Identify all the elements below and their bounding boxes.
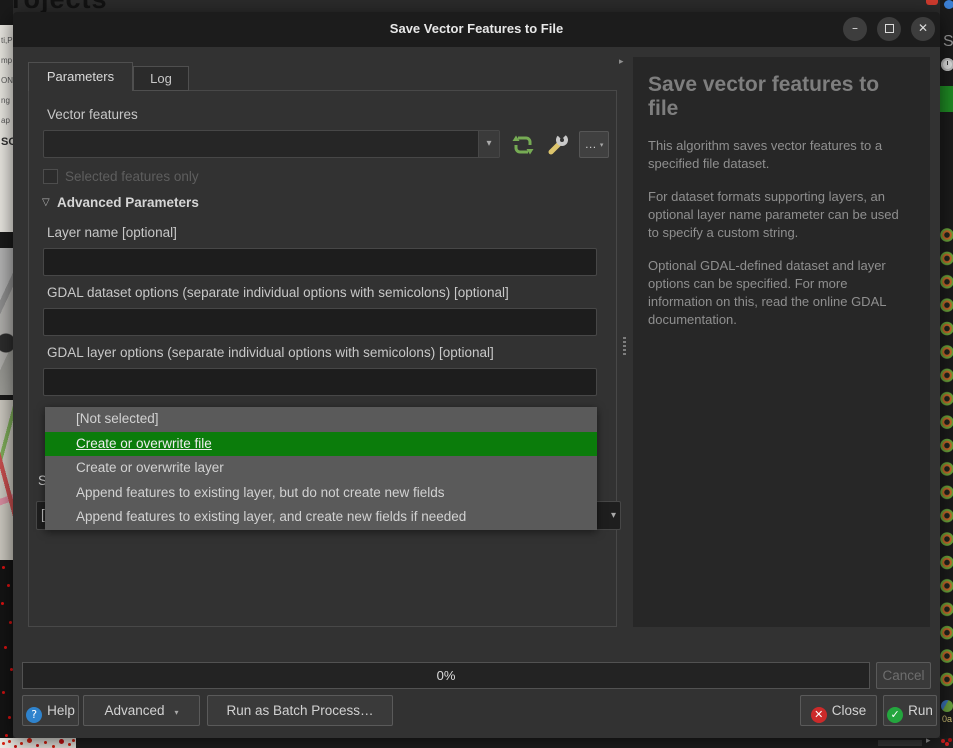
advanced-parameters-header[interactable]: Advanced Parameters <box>57 195 199 210</box>
globe-icon <box>941 700 953 712</box>
dropdown-item[interactable]: Create or overwrite layer <box>45 456 597 481</box>
wrench-icon <box>544 131 571 158</box>
close-icon: ✕ <box>811 707 827 723</box>
gdal-layer-options-label: GDAL layer options (separate individual … <box>47 345 494 360</box>
run-icon: ✓ <box>887 707 903 723</box>
run-as-batch-button[interactable]: Run as Batch Process… <box>207 695 393 726</box>
splitter-grip[interactable] <box>623 337 626 357</box>
titlebar[interactable]: Save Vector Features to File – ✕ <box>13 12 940 47</box>
iterate-loop-icon <box>510 133 536 157</box>
splitter-collapse-icon[interactable]: ▸ <box>619 57 624 67</box>
dropdown-item[interactable]: Append features to existing layer, and c… <box>45 505 597 530</box>
menu-arrow-icon: ▾ <box>175 708 179 717</box>
map-red-points-fragment <box>0 560 13 738</box>
dropdown-item-selected[interactable]: Create or overwrite file <box>45 432 597 457</box>
iterate-layer-button[interactable] <box>510 133 536 157</box>
selected-features-checkbox[interactable] <box>43 169 58 184</box>
help-paragraph: Optional GDAL-defined dataset and layer … <box>648 257 900 329</box>
red-badge-fragment <box>926 0 938 5</box>
screen: rojects ti,P mp ONH ng ap SO S 0a ▸ Save <box>0 0 953 748</box>
menu-arrow-icon: ▾ <box>600 141 604 149</box>
expander-open-icon[interactable]: ▽ <box>42 197 50 208</box>
help-title: Save vector features to file <box>648 73 915 121</box>
gdal-dataset-options-input[interactable] <box>43 308 597 336</box>
vector-features-combobox[interactable]: ▾ <box>43 130 500 158</box>
background-left-strip: ti,P mp ONH ng ap SO <box>0 0 13 748</box>
layer-name-label: Layer name [optional] <box>47 225 177 240</box>
source-options-button[interactable]: … ▾ <box>579 131 609 158</box>
run-button[interactable]: ✓Run <box>883 695 937 726</box>
right-strip-bottom-label: 0a <box>942 714 952 724</box>
map-thumbnail-gray <box>0 248 13 395</box>
help-icon: ? <box>26 707 42 723</box>
advanced-options-button[interactable] <box>544 131 571 158</box>
map-thumbnail-light: ti,P mp ONH ng ap SO <box>0 25 13 232</box>
selected-features-label: Selected features only <box>65 169 199 184</box>
help-paragraph: This algorithm saves vector features to … <box>648 137 900 173</box>
cancel-button[interactable]: Cancel <box>876 662 931 689</box>
vector-features-label: Vector features <box>47 107 138 122</box>
help-paragraph: For dataset formats supporting layers, a… <box>648 188 900 242</box>
red-points-fragment <box>941 739 945 743</box>
blue-badge-fragment <box>944 0 953 9</box>
map-thumbnail-routes <box>0 400 13 560</box>
background-right-strip: S 0a <box>940 0 953 748</box>
help-panel: Save vector features to file This algori… <box>633 57 930 627</box>
help-button[interactable]: ?Help <box>22 695 79 726</box>
dialog-title: Save Vector Features to File <box>13 21 940 36</box>
window-close-button[interactable]: ✕ <box>911 17 935 41</box>
minimize-button[interactable]: – <box>843 17 867 41</box>
close-button[interactable]: ✕Close <box>800 695 877 726</box>
progress-bar: 0% <box>22 662 870 689</box>
background-bottom-strip: ▸ <box>0 738 953 748</box>
layer-icons-column <box>940 224 953 692</box>
maximize-icon <box>885 24 894 33</box>
ellipsis-icon: … <box>585 137 597 151</box>
window-close-icon: ✕ <box>918 21 928 35</box>
gdal-dataset-options-label: GDAL dataset options (separate individua… <box>47 285 509 300</box>
green-bar-fragment <box>940 86 953 112</box>
advanced-menu-button[interactable]: Advanced▾ <box>83 695 200 726</box>
action-dropdown-popup: [Not selected] Create or overwrite file … <box>45 407 597 530</box>
tab-parameters[interactable]: Parameters <box>28 62 133 91</box>
dropdown-item[interactable]: Append features to existing layer, but d… <box>45 481 597 506</box>
layer-name-input[interactable] <box>43 248 597 276</box>
map-red-points-bottom <box>0 738 76 748</box>
right-strip-letter: S <box>943 33 953 51</box>
chevron-down-icon[interactable]: ▾ <box>478 131 499 157</box>
dropdown-item[interactable]: [Not selected] <box>45 407 597 432</box>
horizontal-scrollbar-fragment[interactable] <box>878 740 922 746</box>
clock-icon <box>941 58 953 71</box>
maximize-button[interactable] <box>877 17 901 41</box>
chevron-down-icon: ▾ <box>611 510 616 521</box>
save-vector-features-dialog: Save Vector Features to File – ✕ Paramet… <box>13 12 940 738</box>
gdal-layer-options-input[interactable] <box>43 368 597 396</box>
minimize-icon: – <box>852 21 858 35</box>
tab-log[interactable]: Log <box>133 66 189 91</box>
